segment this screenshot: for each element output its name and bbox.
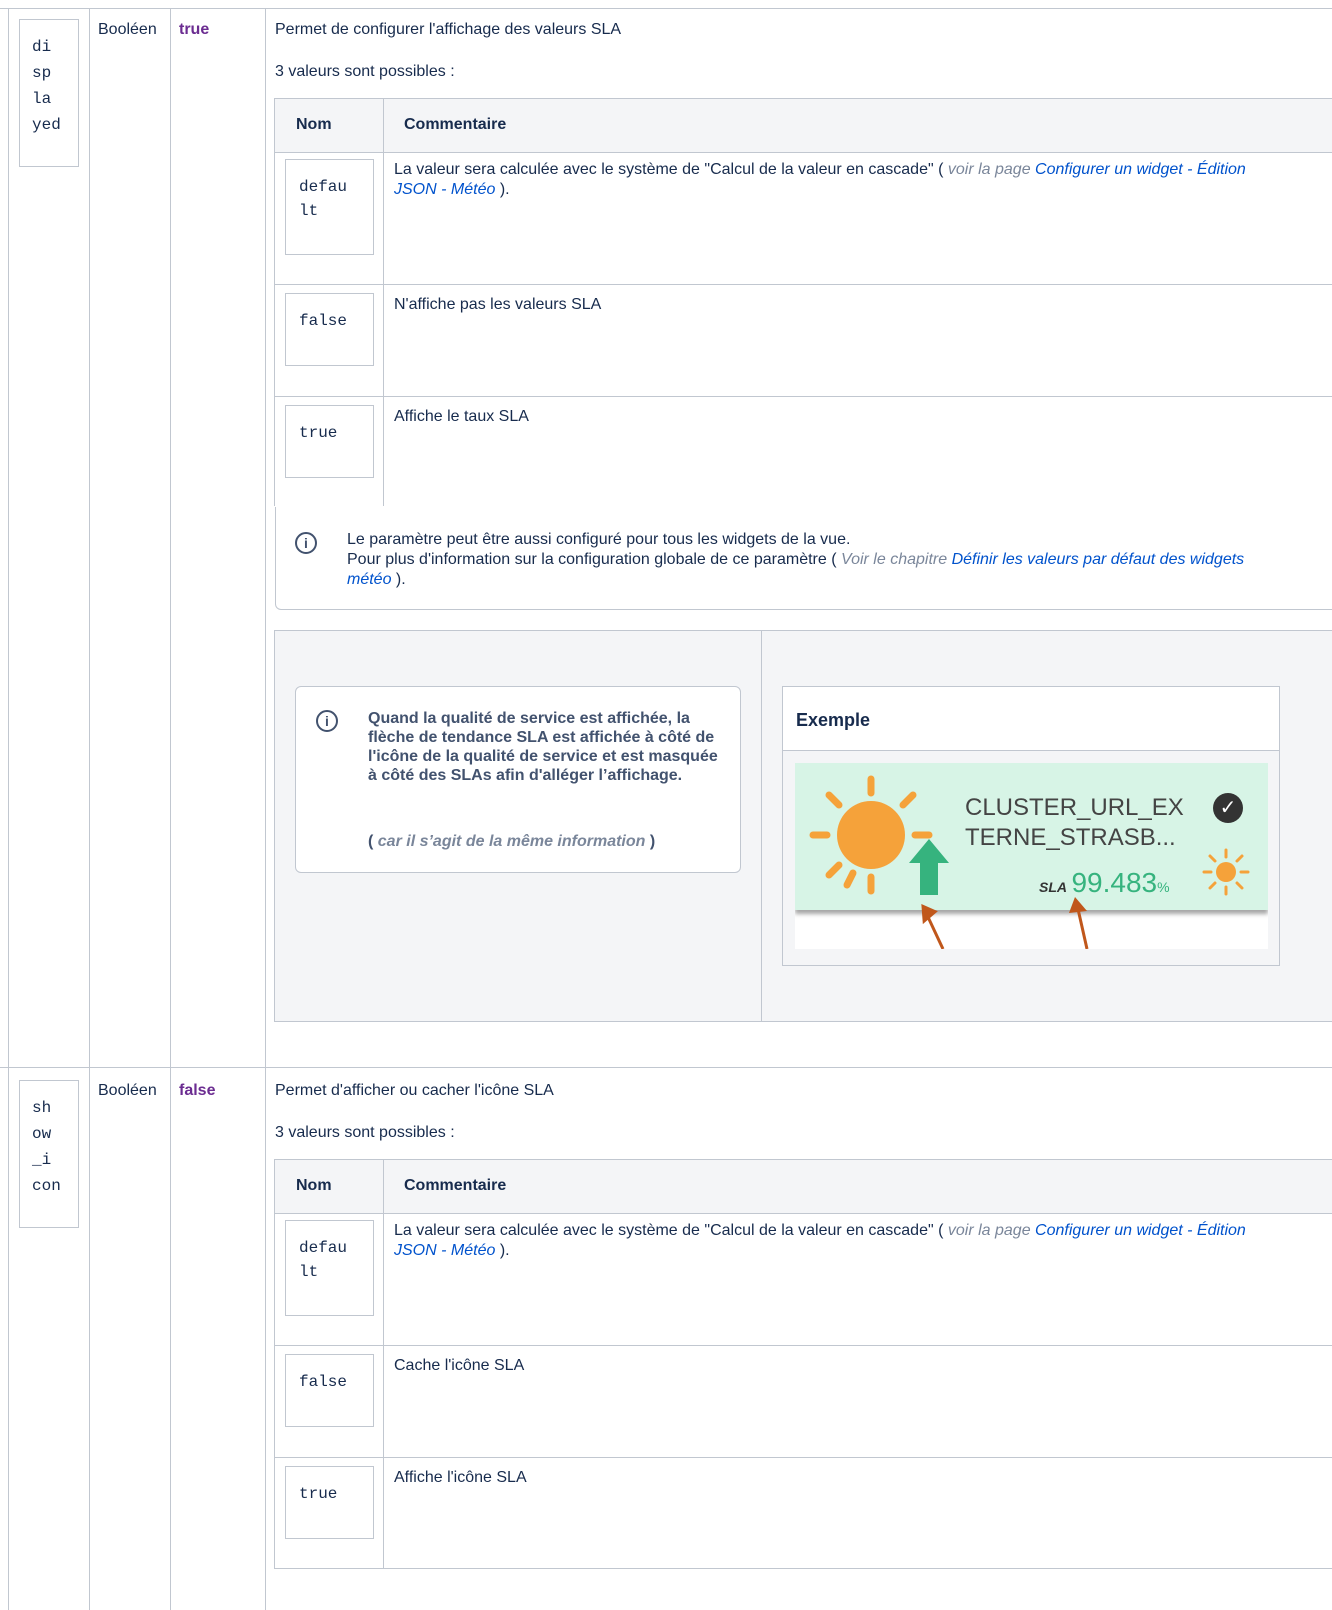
param-type: Booléen (98, 21, 157, 38)
info-panel: i Le paramètre peut être aussi configuré… (275, 507, 1332, 610)
option-comment-default: La valeur sera calculée avec le système … (394, 1222, 1246, 1259)
option-name-true: true (285, 1466, 374, 1539)
option-comment-default: La valeur sera calculée avec le système … (394, 161, 1246, 198)
column-header-name: Nom (296, 1177, 332, 1194)
values-count-text: 3 valeurs sont possibles : (275, 1124, 455, 1141)
option-name-true: true (285, 405, 374, 478)
example-panel: Exemple CLUSTER_URL_EX TERNE_STRASB... ✓… (782, 686, 1280, 966)
option-comment-false: N'affiche pas les valeurs SLA (394, 296, 602, 313)
column-header-comment: Commentaire (404, 1177, 507, 1194)
values-count-text: 3 valeurs sont possibles : (275, 63, 455, 80)
column-header-name: Nom (296, 116, 332, 133)
annotation-arrows (921, 897, 1089, 949)
param-type: Booléen (98, 1082, 157, 1099)
param-default-value: true (179, 21, 210, 38)
param-description: Permet d'afficher ou cacher l'icône SLA (275, 1082, 554, 1099)
option-name-default: defau lt (285, 159, 374, 255)
info-icon: i (295, 532, 317, 554)
option-comment-true: Affiche le taux SLA (394, 408, 529, 425)
info-icon: i (316, 710, 338, 732)
param-name-show-icon: sh ow _i con (19, 1080, 79, 1228)
option-comment-false: Cache l'icône SLA (394, 1357, 525, 1374)
param-default-value: false (179, 1082, 216, 1099)
option-name-default: defau lt (285, 1220, 374, 1316)
info-text: Le paramètre peut être aussi configuré p… (347, 531, 1245, 588)
option-comment-true: Affiche l'icône SLA (394, 1469, 527, 1486)
tip-panel: i Quand la qualité de service est affich… (295, 686, 741, 873)
param-name-displayed: di sp la yed (19, 19, 79, 167)
example-header: Exemple (783, 687, 1279, 751)
example-widget-image: CLUSTER_URL_EX TERNE_STRASB... ✓ SLA 99.… (795, 763, 1268, 949)
tip-text: Quand la qualité de service est affichée… (368, 710, 718, 784)
example-title: Exemple (796, 710, 871, 730)
tip-paren: ( car il s’agit de la même information ) (368, 833, 656, 850)
column-header-comment: Commentaire (404, 116, 507, 133)
option-name-false: false (285, 293, 374, 366)
option-name-false: false (285, 1354, 374, 1427)
param-description: Permet de configurer l'affichage des val… (275, 21, 622, 38)
